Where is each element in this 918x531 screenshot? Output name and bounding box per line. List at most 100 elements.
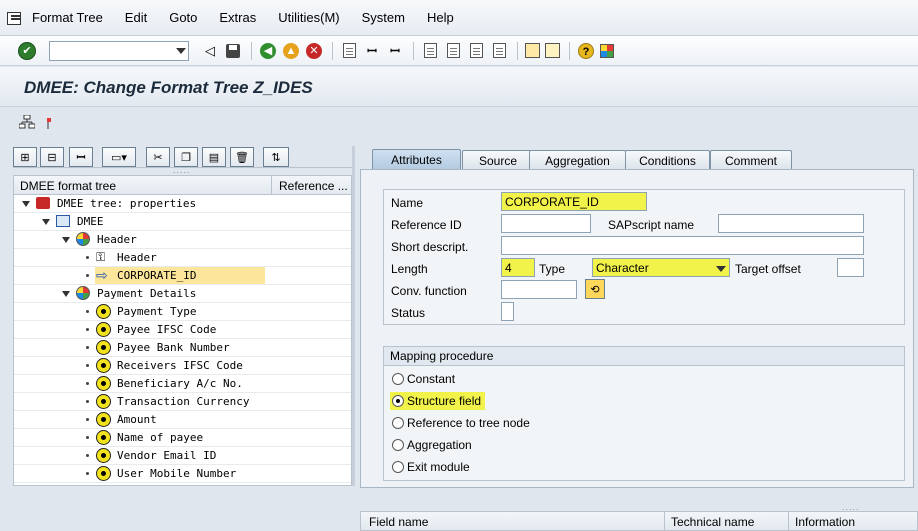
tab-comment[interactable]: Comment (710, 150, 792, 169)
column-header-field-name[interactable]: Field name (369, 515, 428, 529)
radio-button[interactable] (392, 373, 404, 385)
help-icon[interactable]: ? (577, 42, 595, 60)
reference-id-field[interactable] (501, 214, 591, 233)
tree-node-element[interactable]: Beneficiary A/c No. (14, 375, 351, 393)
swap-icon[interactable]: ⇅ (263, 147, 289, 167)
radio-button[interactable] (392, 395, 404, 407)
tree-node-dmee[interactable]: DMEE (14, 213, 351, 231)
menu-help[interactable]: Help (427, 10, 454, 25)
tree-node-element[interactable]: Payee IFSC Code (14, 321, 351, 339)
column-header-reference[interactable]: Reference ... (271, 176, 353, 194)
expand-icon[interactable]: ⊞ (13, 147, 37, 167)
find-icon[interactable]: ꟷ (69, 147, 93, 167)
column-divider (788, 512, 789, 531)
radio-aggregation[interactable]: Aggregation (392, 436, 472, 454)
tab-source[interactable]: Source (462, 150, 534, 169)
layout-icon[interactable] (600, 43, 614, 58)
tree-node-element[interactable]: Name of payee (14, 429, 351, 447)
flag-icon[interactable] (45, 116, 53, 130)
create-session-icon[interactable] (525, 43, 540, 58)
menu-goto[interactable]: Goto (169, 10, 197, 25)
tree-node-element[interactable]: Vendor Email ID (14, 447, 351, 465)
tree-node-header-segment[interactable]: Header (14, 231, 351, 249)
command-field[interactable] (49, 40, 189, 61)
find-icon[interactable]: ꟷ (363, 42, 381, 60)
radio-constant[interactable]: Constant (392, 370, 455, 388)
hierarchy-icon[interactable] (18, 114, 36, 129)
menu-system[interactable]: System (362, 10, 405, 25)
next-page-icon[interactable] (467, 42, 485, 60)
column-divider (664, 512, 665, 531)
find-next-icon[interactable]: ꟷ (386, 42, 404, 60)
tree-node-payment-details[interactable]: Payment Details (14, 285, 351, 303)
column-header-tree[interactable]: DMEE format tree (20, 179, 116, 193)
paste-icon[interactable]: ▤ (202, 147, 226, 167)
copy-icon[interactable]: ❐ (174, 147, 198, 167)
conv-function-field[interactable] (501, 280, 577, 299)
back-icon[interactable]: ◁ (201, 42, 219, 60)
radio-reference-to-tree-node[interactable]: Reference to tree node (392, 414, 530, 432)
collapse-triangle-icon[interactable] (42, 219, 50, 225)
menu-extras[interactable]: Extras (219, 10, 256, 25)
tree-node-label: DMEE tree: properties (57, 197, 197, 210)
delete-icon[interactable]: 🗑 (230, 147, 254, 167)
tab-attributes[interactable]: Attributes (372, 149, 461, 169)
chevron-down-icon[interactable] (176, 47, 186, 54)
last-page-icon[interactable] (490, 42, 508, 60)
group-icon: ⚿ (96, 250, 106, 264)
exit-icon[interactable]: ▲ (282, 42, 300, 60)
first-page-icon[interactable] (421, 42, 439, 60)
splitter-handle[interactable]: ..... (173, 165, 191, 175)
collapse-icon[interactable]: ⊟ (40, 147, 64, 167)
tab-conditions[interactable]: Conditions (625, 150, 710, 169)
menu-utilities[interactable]: Utilities(M) (278, 10, 339, 25)
tree-node-element[interactable]: Amount (14, 411, 351, 429)
radio-button[interactable] (392, 439, 404, 451)
collapse-triangle-icon[interactable] (22, 201, 30, 207)
conv-function-detail-button[interactable]: ⟲ (585, 279, 605, 299)
radio-button[interactable] (392, 461, 404, 473)
shortcut-icon[interactable] (545, 43, 560, 58)
tree-node-root[interactable]: DMEE tree: properties (14, 195, 351, 213)
menu-format-tree[interactable]: Format Tree (32, 10, 103, 25)
column-header-information[interactable]: Information (795, 515, 855, 529)
tree-node-element[interactable]: User Mobile Number (14, 465, 351, 483)
cancel-icon[interactable]: ✕ (305, 42, 323, 60)
tree-node-element[interactable]: Payment Type (14, 303, 351, 321)
column-header-technical-name[interactable]: Technical name (671, 515, 754, 529)
collapse-triangle-icon[interactable] (62, 291, 70, 297)
enter-icon[interactable]: ✔ (18, 41, 36, 60)
reference-id-label: Reference ID (391, 218, 462, 232)
tree-node-corporate-id[interactable]: ⇨ CORPORATE_ID (14, 267, 351, 285)
cut-icon[interactable]: ✂ (146, 147, 170, 167)
previous-page-icon[interactable] (444, 42, 462, 60)
type-select[interactable]: Character (592, 258, 730, 277)
name-field[interactable]: CORPORATE_ID (501, 192, 647, 211)
vertical-splitter[interactable] (352, 146, 355, 486)
save-icon[interactable] (224, 42, 242, 60)
structure-icon (56, 215, 72, 231)
length-field[interactable]: 4 (501, 258, 535, 277)
tree-node-element[interactable]: Payee Bank Number (14, 339, 351, 357)
tree-node-element[interactable]: Receivers IFSC Code (14, 357, 351, 375)
tree-node-label: Transaction Currency (117, 395, 250, 408)
short-descript-field[interactable] (501, 236, 864, 255)
sapscript-field[interactable] (718, 214, 864, 233)
create-node-icon[interactable]: ▭▾ (102, 147, 136, 167)
tree-node-element[interactable]: Transaction Currency (14, 393, 351, 411)
radio-button[interactable] (392, 417, 404, 429)
collapse-triangle-icon[interactable] (62, 237, 70, 243)
atomic-element-icon (96, 448, 112, 464)
print-icon[interactable] (340, 42, 358, 60)
system-menu-icon[interactable] (6, 11, 22, 25)
chevron-down-icon[interactable] (716, 266, 726, 272)
tab-aggregation[interactable]: Aggregation (529, 150, 626, 169)
atomic-element-icon (96, 466, 112, 482)
status-field[interactable] (501, 302, 514, 321)
green-back-icon[interactable]: ◀ (259, 42, 277, 60)
radio-exit-module[interactable]: Exit module (392, 458, 470, 476)
radio-structure-field[interactable]: Structure field (390, 392, 486, 410)
target-offset-field[interactable] (837, 258, 864, 277)
menu-edit[interactable]: Edit (125, 10, 147, 25)
tree-node-header-group[interactable]: ⚿ Header (14, 249, 351, 267)
